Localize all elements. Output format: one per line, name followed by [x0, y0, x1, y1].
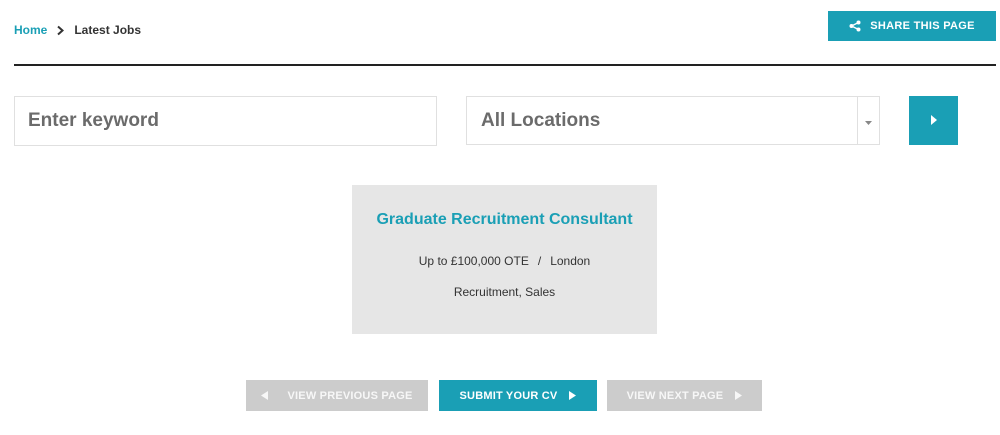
- caret-down-icon: [865, 112, 872, 130]
- share-icon: [849, 20, 861, 32]
- share-page-button[interactable]: SHARE THIS PAGE: [828, 11, 996, 41]
- job-meta-separator: /: [537, 254, 542, 268]
- job-card: Graduate Recruitment Consultant Up to £1…: [352, 185, 657, 334]
- submit-cv-button[interactable]: SUBMIT YOUR CV: [439, 380, 597, 411]
- location-dropdown-arrow[interactable]: [857, 97, 879, 144]
- view-next-page-button[interactable]: VIEW NEXT PAGE: [607, 380, 762, 411]
- breadcrumb-home-link[interactable]: Home: [14, 23, 47, 37]
- job-meta: Up to £100,000 OTE / London: [352, 254, 657, 268]
- job-title-link[interactable]: Graduate Recruitment Consultant: [352, 211, 657, 229]
- caret-right-icon: [930, 112, 937, 130]
- view-previous-page-button[interactable]: VIEW PREVIOUS PAGE: [246, 380, 428, 411]
- breadcrumb-current: Latest Jobs: [74, 23, 142, 37]
- caret-right-icon: [735, 391, 743, 400]
- location-select[interactable]: All Locations: [466, 96, 880, 145]
- keyword-input[interactable]: [15, 97, 436, 145]
- keyword-field[interactable]: [14, 96, 437, 146]
- job-location: London: [550, 254, 591, 268]
- share-page-label: SHARE THIS PAGE: [870, 20, 975, 32]
- job-salary: Up to £100,000 OTE: [418, 254, 529, 268]
- search-submit-button[interactable]: [909, 96, 958, 145]
- location-select-value: All Locations: [481, 109, 601, 131]
- submit-cv-label: SUBMIT YOUR CV: [459, 389, 558, 402]
- header-divider: [14, 64, 996, 66]
- job-categories: Recruitment, Sales: [453, 285, 556, 299]
- chevron-right-icon: [55, 25, 66, 36]
- view-previous-page-label: VIEW PREVIOUS PAGE: [287, 389, 413, 402]
- caret-right-icon: [569, 391, 577, 400]
- view-next-page-label: VIEW NEXT PAGE: [626, 389, 724, 402]
- top-bar: Home Latest Jobs SHARE THIS PAGE: [14, 11, 996, 41]
- breadcrumb: Home Latest Jobs: [14, 23, 141, 37]
- caret-left-icon: [261, 391, 269, 400]
